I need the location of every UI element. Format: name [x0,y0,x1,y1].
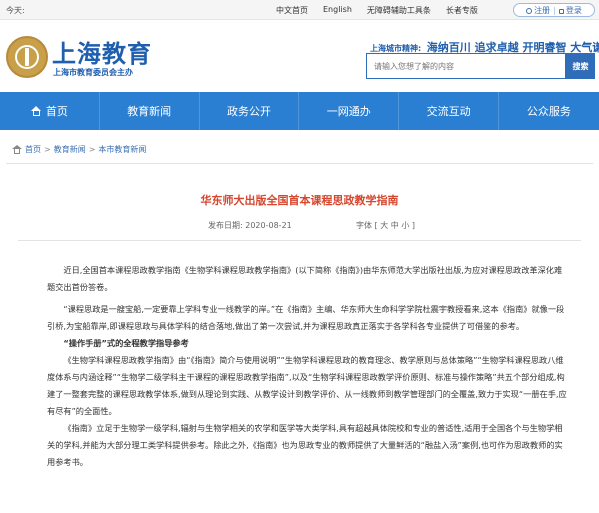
lock-icon [558,8,564,14]
account-separator: | [553,5,556,15]
site-title[interactable]: 上海教育 [52,34,152,69]
breadcrumb: 首页 > 教育新闻 > 本市教育新闻 [12,144,146,155]
english-link[interactable]: English [323,5,352,16]
nav-item-government-affairs[interactable]: 政务公开 [200,92,300,130]
account-box: 注册 | 登录 [513,3,595,17]
nav-item-education-news[interactable]: 教育新闻 [100,92,200,130]
emblem-bar [25,48,29,66]
search-button[interactable]: 搜索 [566,53,595,79]
article-body: 近日,全国首本课程思政教学指南《生物学科课程思政教学指南》(以下简称《指南》)由… [47,262,567,471]
home-icon [30,106,42,116]
login-label: 登录 [565,5,582,15]
top-links: 中文首页 English 无障碍辅助工具条 长者专版 [276,5,493,16]
article-title: 华东师大出版全国首本课程思政教学指南 [200,194,399,207]
register-label: 注册 [534,5,551,15]
font-small-button[interactable]: 小 [401,221,409,230]
search-box [366,53,566,79]
article-paragraph: “课程思政是一艘宝船,一定要靠上学科专业一线教学的岸。”在《指南》主编、华东师大… [47,304,565,331]
breadcrumb-education-news[interactable]: 教育新闻 [54,144,86,155]
site-subtitle: 上海市教育委员会主办 [53,68,133,77]
article-paragraph: 近日,全国首本课程思政教学指南《生物学科课程思政教学指南》(以下简称《指南》)由… [47,265,563,292]
login-link[interactable]: 登录 [558,5,582,16]
search-input[interactable] [367,54,565,79]
publish-date: 发布日期: 2020-08-21 [208,220,292,231]
font-size-control: 字体 [ 大 中 小 ] [356,221,415,230]
article-paragraph: 《生物学科课程思政教学指南》由“《指南》简介与使用说明”“生物学科课程思政的教育… [47,355,567,416]
breadcrumb-separator: > [88,145,96,154]
date-label: 发布日期: [208,221,243,230]
font-medium-button[interactable]: 中 [391,221,399,230]
city-spirit-label: 上海城市精神: [370,44,422,53]
emblem-logo-icon[interactable] [6,36,48,78]
breadcrumb-city-news[interactable]: 本市教育新闻 [98,144,146,155]
top-utility-bar: 今天: 中文首页 English 无障碍辅助工具条 长者专版 注册 | 登录 [0,0,599,20]
site-header: 上海教育 上海市教育委员会主办 上海城市精神: 海纳百川 追求卓越 开明睿智 大… [0,20,599,92]
divider [6,163,593,164]
home-icon [12,145,22,154]
nav-item-home[interactable]: 首页 [0,92,100,130]
date-value: 2020-08-21 [245,221,292,230]
divider [18,240,581,241]
article-subheading: “操作手册”式的全程教学指导参考 [63,338,189,348]
chinese-home-link[interactable]: 中文首页 [276,5,308,16]
breadcrumb-separator: > [44,145,51,154]
font-label: 字体 [356,221,372,230]
nav-item-public-service[interactable]: 公众服务 [499,92,599,130]
nav-item-one-stop-service[interactable]: 一网通办 [299,92,400,130]
font-large-button[interactable]: 大 [380,221,388,230]
article-paragraph: 《指南》立足于生物学一级学科,辐射与生物学相关的农学和医学等大类学科,具有超越具… [47,423,563,467]
accessibility-toolbar-link[interactable]: 无障碍辅助工具条 [367,5,431,16]
user-icon [526,7,533,14]
nav-item-interaction[interactable]: 交流互动 [399,92,499,130]
elderly-version-link[interactable]: 长者专版 [446,5,478,16]
main-nav: 首页 教育新闻 政务公开 一网通办 交流互动 公众服务 [0,92,599,130]
nav-item-label: 首页 [45,105,68,118]
register-link[interactable]: 注册 [526,5,550,16]
breadcrumb-home[interactable]: 首页 [25,144,41,155]
today-label: 今天: [6,6,25,15]
